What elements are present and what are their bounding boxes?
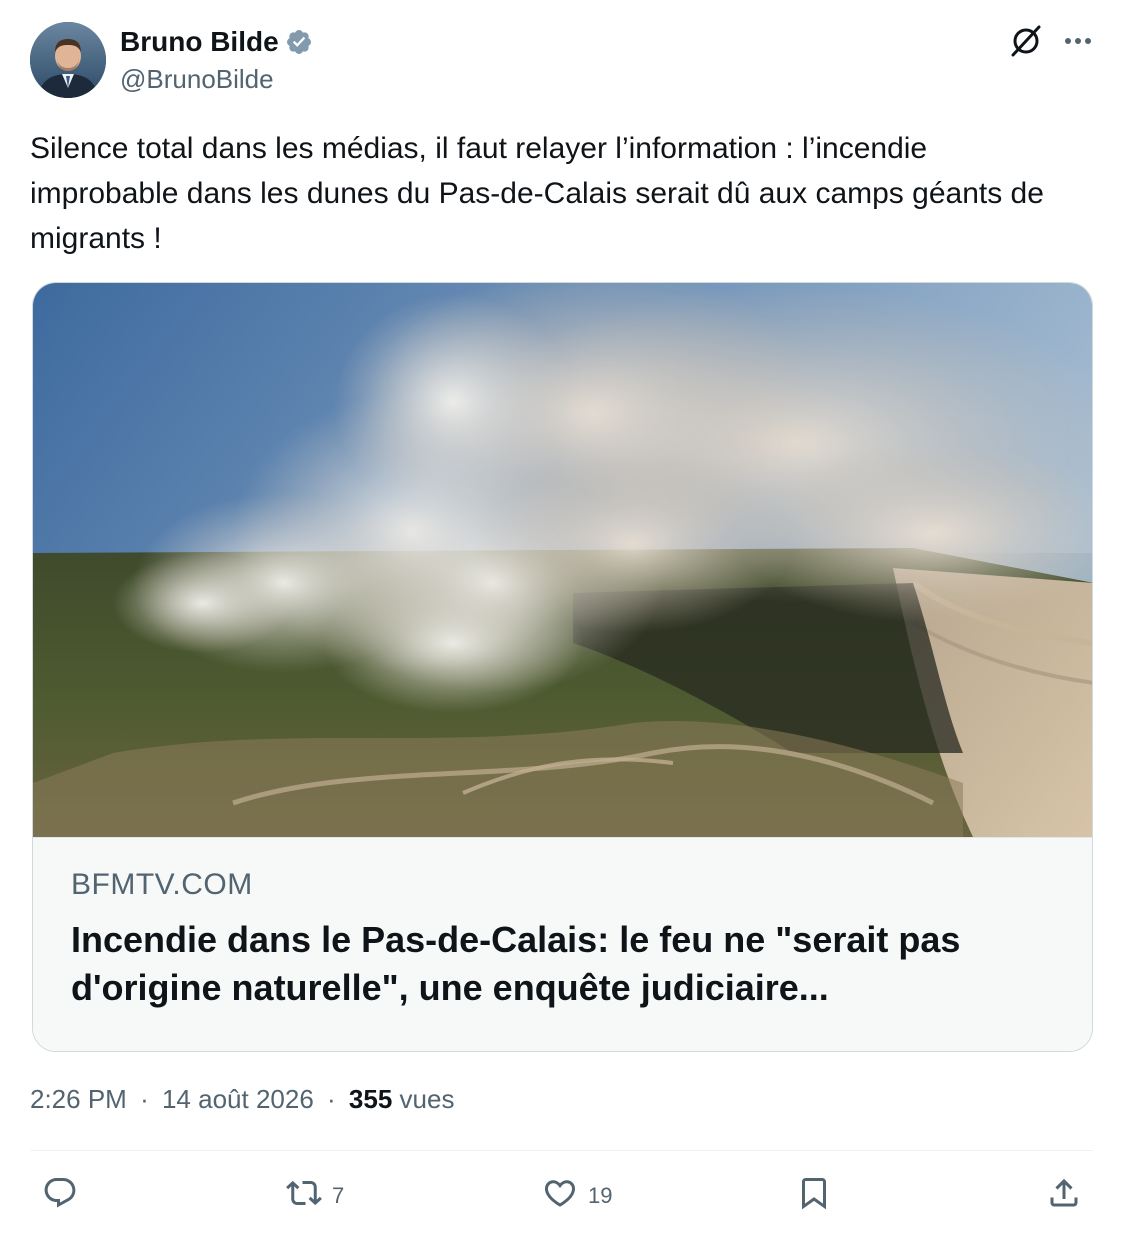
meta-separator: · [140,1084,149,1114]
tweet-date[interactable]: 14 août 2026 [162,1084,314,1114]
tweet-meta: 2:26 PM · 14 août 2026 · 355 vues [30,1084,454,1115]
link-card-image[interactable] [33,283,1092,837]
tweet-text: Silence total dans les médias, il faut r… [30,132,1044,255]
views-count: 355 [348,1084,393,1114]
like-button[interactable]: 19 [542,1170,612,1222]
link-card-domain: BFMTV.COM [71,868,253,901]
tweet-header: Bruno Bilde @BrunoBilde [30,22,1095,102]
views-label: vues [399,1084,455,1114]
like-icon [542,1175,578,1217]
share-icon [1046,1175,1082,1217]
more-icon[interactable] [1061,28,1095,54]
link-card[interactable]: BFMTV.COM Incendie dans le Pas-de-Calais… [32,282,1093,1052]
repost-button[interactable]: 7 [286,1170,344,1222]
reply-icon [42,1175,78,1217]
grok-icon[interactable] [1009,24,1043,58]
reply-button[interactable] [42,1170,88,1222]
avatar[interactable] [30,22,106,98]
link-card-body[interactable]: BFMTV.COM Incendie dans le Pas-de-Calais… [33,837,1092,1051]
tweet-time[interactable]: 2:26 PM [30,1084,127,1114]
author-display-name[interactable]: Bruno Bilde [120,26,279,58]
link-card-title[interactable]: Incendie dans le Pas-de-Calais: le feu n… [71,916,1071,1012]
author-handle[interactable]: @BrunoBilde [120,64,274,95]
bookmark-icon [796,1175,832,1217]
author-name-row[interactable]: Bruno Bilde [120,26,313,58]
share-button[interactable] [1046,1170,1082,1222]
meta-separator: · [327,1084,336,1114]
repost-count: 7 [332,1183,345,1208]
like-count: 19 [588,1183,613,1208]
repost-icon [286,1175,322,1217]
action-bar: 7 19 [30,1170,1093,1226]
bookmark-button[interactable] [796,1170,832,1222]
divider [30,1150,1093,1151]
verified-badge-icon[interactable] [285,28,313,56]
